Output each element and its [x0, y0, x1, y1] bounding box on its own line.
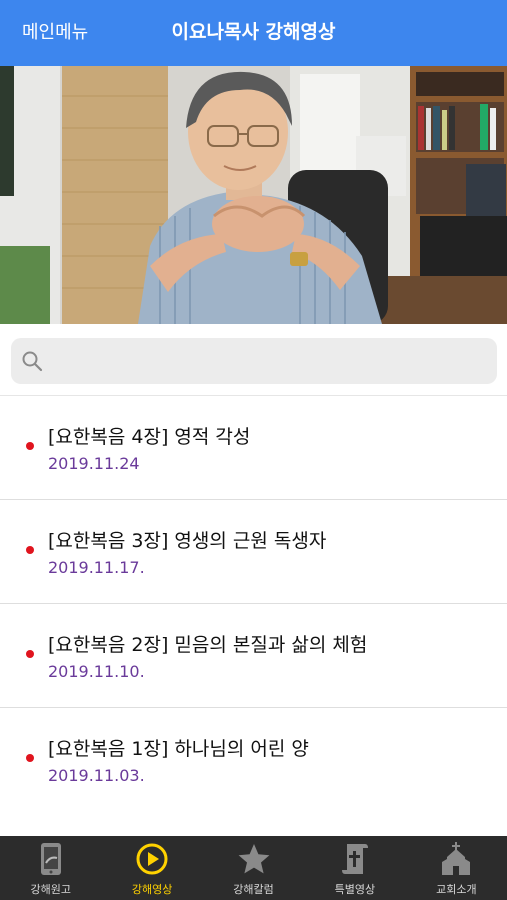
video-list-item[interactable]: [요한복음 4장] 영적 각성 2019.11.24: [0, 396, 507, 500]
play-circle-icon: [136, 843, 168, 875]
church-icon: [442, 842, 471, 875]
tab-church[interactable]: 교회소개: [406, 836, 507, 900]
page-title: 이요나목사 강해영상: [171, 21, 336, 43]
phone-manuscript-icon: [40, 843, 61, 875]
search-input[interactable]: [51, 338, 481, 384]
search-box[interactable]: [11, 338, 497, 384]
video-list-item[interactable]: [요한복음 1장] 하나님의 어린 양 2019.11.03.: [0, 708, 507, 812]
tab-label: 강해영상: [131, 883, 173, 896]
video-date: 2019.11.24: [48, 454, 140, 473]
scroll-cross-icon: [341, 844, 368, 874]
video-date: 2019.11.17.: [48, 558, 145, 577]
bullet-dot: [26, 754, 34, 762]
bottom-tab-bar: 강해원고 강해영상 강해칼럼 특별영상 교회소개: [0, 836, 507, 900]
tab-label: 강해원고: [30, 883, 71, 896]
search-bar-container: [0, 324, 507, 396]
tab-label: 교회소개: [436, 883, 477, 896]
bullet-dot: [26, 442, 34, 450]
video-title: [요한복음 4장] 영적 각성: [48, 426, 251, 448]
video-title: [요한복음 1장] 하나님의 어린 양: [48, 738, 309, 760]
video-title: [요한복음 3장] 영생의 근원 독생자: [48, 530, 327, 552]
tab-special[interactable]: 특별영상: [304, 836, 405, 900]
tab-manuscript[interactable]: 강해원고: [0, 836, 101, 900]
pastor-hero-image: [0, 66, 507, 324]
video-title: [요한복음 2장] 믿음의 본질과 삶의 체험: [48, 634, 368, 656]
video-list-item[interactable]: [요한복음 3장] 영생의 근원 독생자 2019.11.17.: [0, 500, 507, 604]
video-date: 2019.11.10.: [48, 662, 145, 681]
bullet-dot: [26, 546, 34, 554]
app-header: 메인메뉴 이요나목사 강해영상: [0, 0, 507, 66]
video-date: 2019.11.03.: [48, 766, 145, 785]
tab-column[interactable]: 강해칼럼: [203, 836, 304, 900]
tab-videos[interactable]: 강해영상: [101, 836, 202, 900]
tab-label: 강해칼럼: [233, 883, 274, 896]
video-list: [요한복음 4장] 영적 각성 2019.11.24 [요한복음 3장] 영생의…: [0, 396, 507, 812]
bullet-dot: [26, 650, 34, 658]
tab-label: 특별영상: [334, 883, 376, 896]
video-list-item[interactable]: [요한복음 2장] 믿음의 본질과 삶의 체험 2019.11.10.: [0, 604, 507, 708]
search-icon: [22, 351, 43, 372]
star-icon: [238, 844, 269, 874]
